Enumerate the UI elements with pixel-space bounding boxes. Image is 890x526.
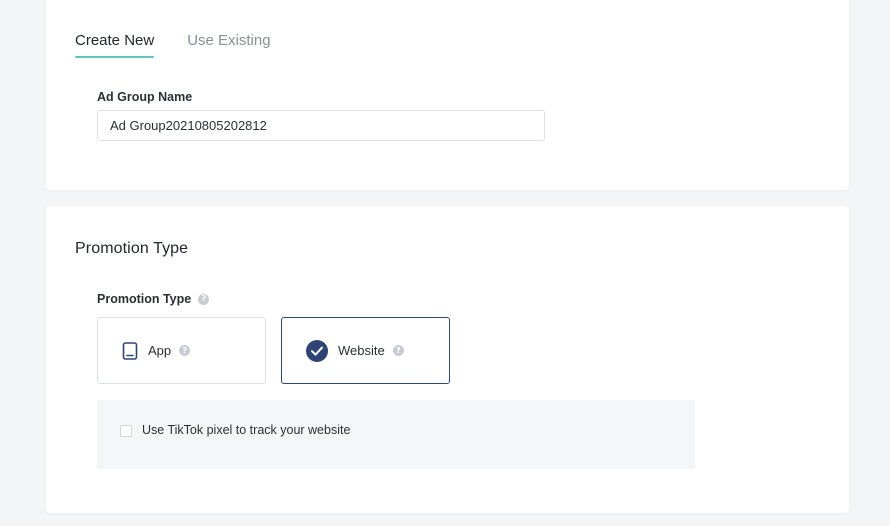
promotion-type-section-title: Promotion Type xyxy=(75,240,189,257)
tab-bar: Create New Use Existing xyxy=(75,32,271,58)
promotion-option-website[interactable]: Website ? xyxy=(281,317,450,384)
promotion-type-card: Promotion Type Promotion Type ? App ? We… xyxy=(46,206,849,513)
check-circle-icon xyxy=(306,339,328,362)
help-icon[interactable]: ? xyxy=(198,293,210,305)
tab-use-existing[interactable]: Use Existing xyxy=(187,32,270,58)
tiktok-pixel-checkbox[interactable] xyxy=(120,425,132,437)
promotion-type-field-label: Promotion Type ? xyxy=(97,292,210,306)
promotion-type-label-text: Promotion Type xyxy=(97,292,192,306)
tiktok-pixel-checkbox-label[interactable]: Use TikTok pixel to track your website xyxy=(142,423,350,437)
help-icon[interactable]: ? xyxy=(179,345,191,356)
tablet-icon xyxy=(122,341,138,360)
help-icon[interactable]: ? xyxy=(392,345,404,356)
promotion-option-app[interactable]: App ? xyxy=(97,317,266,384)
tab-create-new[interactable]: Create New xyxy=(75,32,155,58)
ad-group-name-label: Ad Group Name xyxy=(97,90,193,104)
ad-group-name-input[interactable] xyxy=(97,110,545,141)
promotion-option-app-label: App xyxy=(148,343,172,358)
ad-group-card: Create New Use Existing Ad Group Name xyxy=(46,0,849,190)
tiktok-pixel-panel: Use TikTok pixel to track your website xyxy=(97,400,695,469)
promotion-option-website-label: Website xyxy=(338,343,385,358)
